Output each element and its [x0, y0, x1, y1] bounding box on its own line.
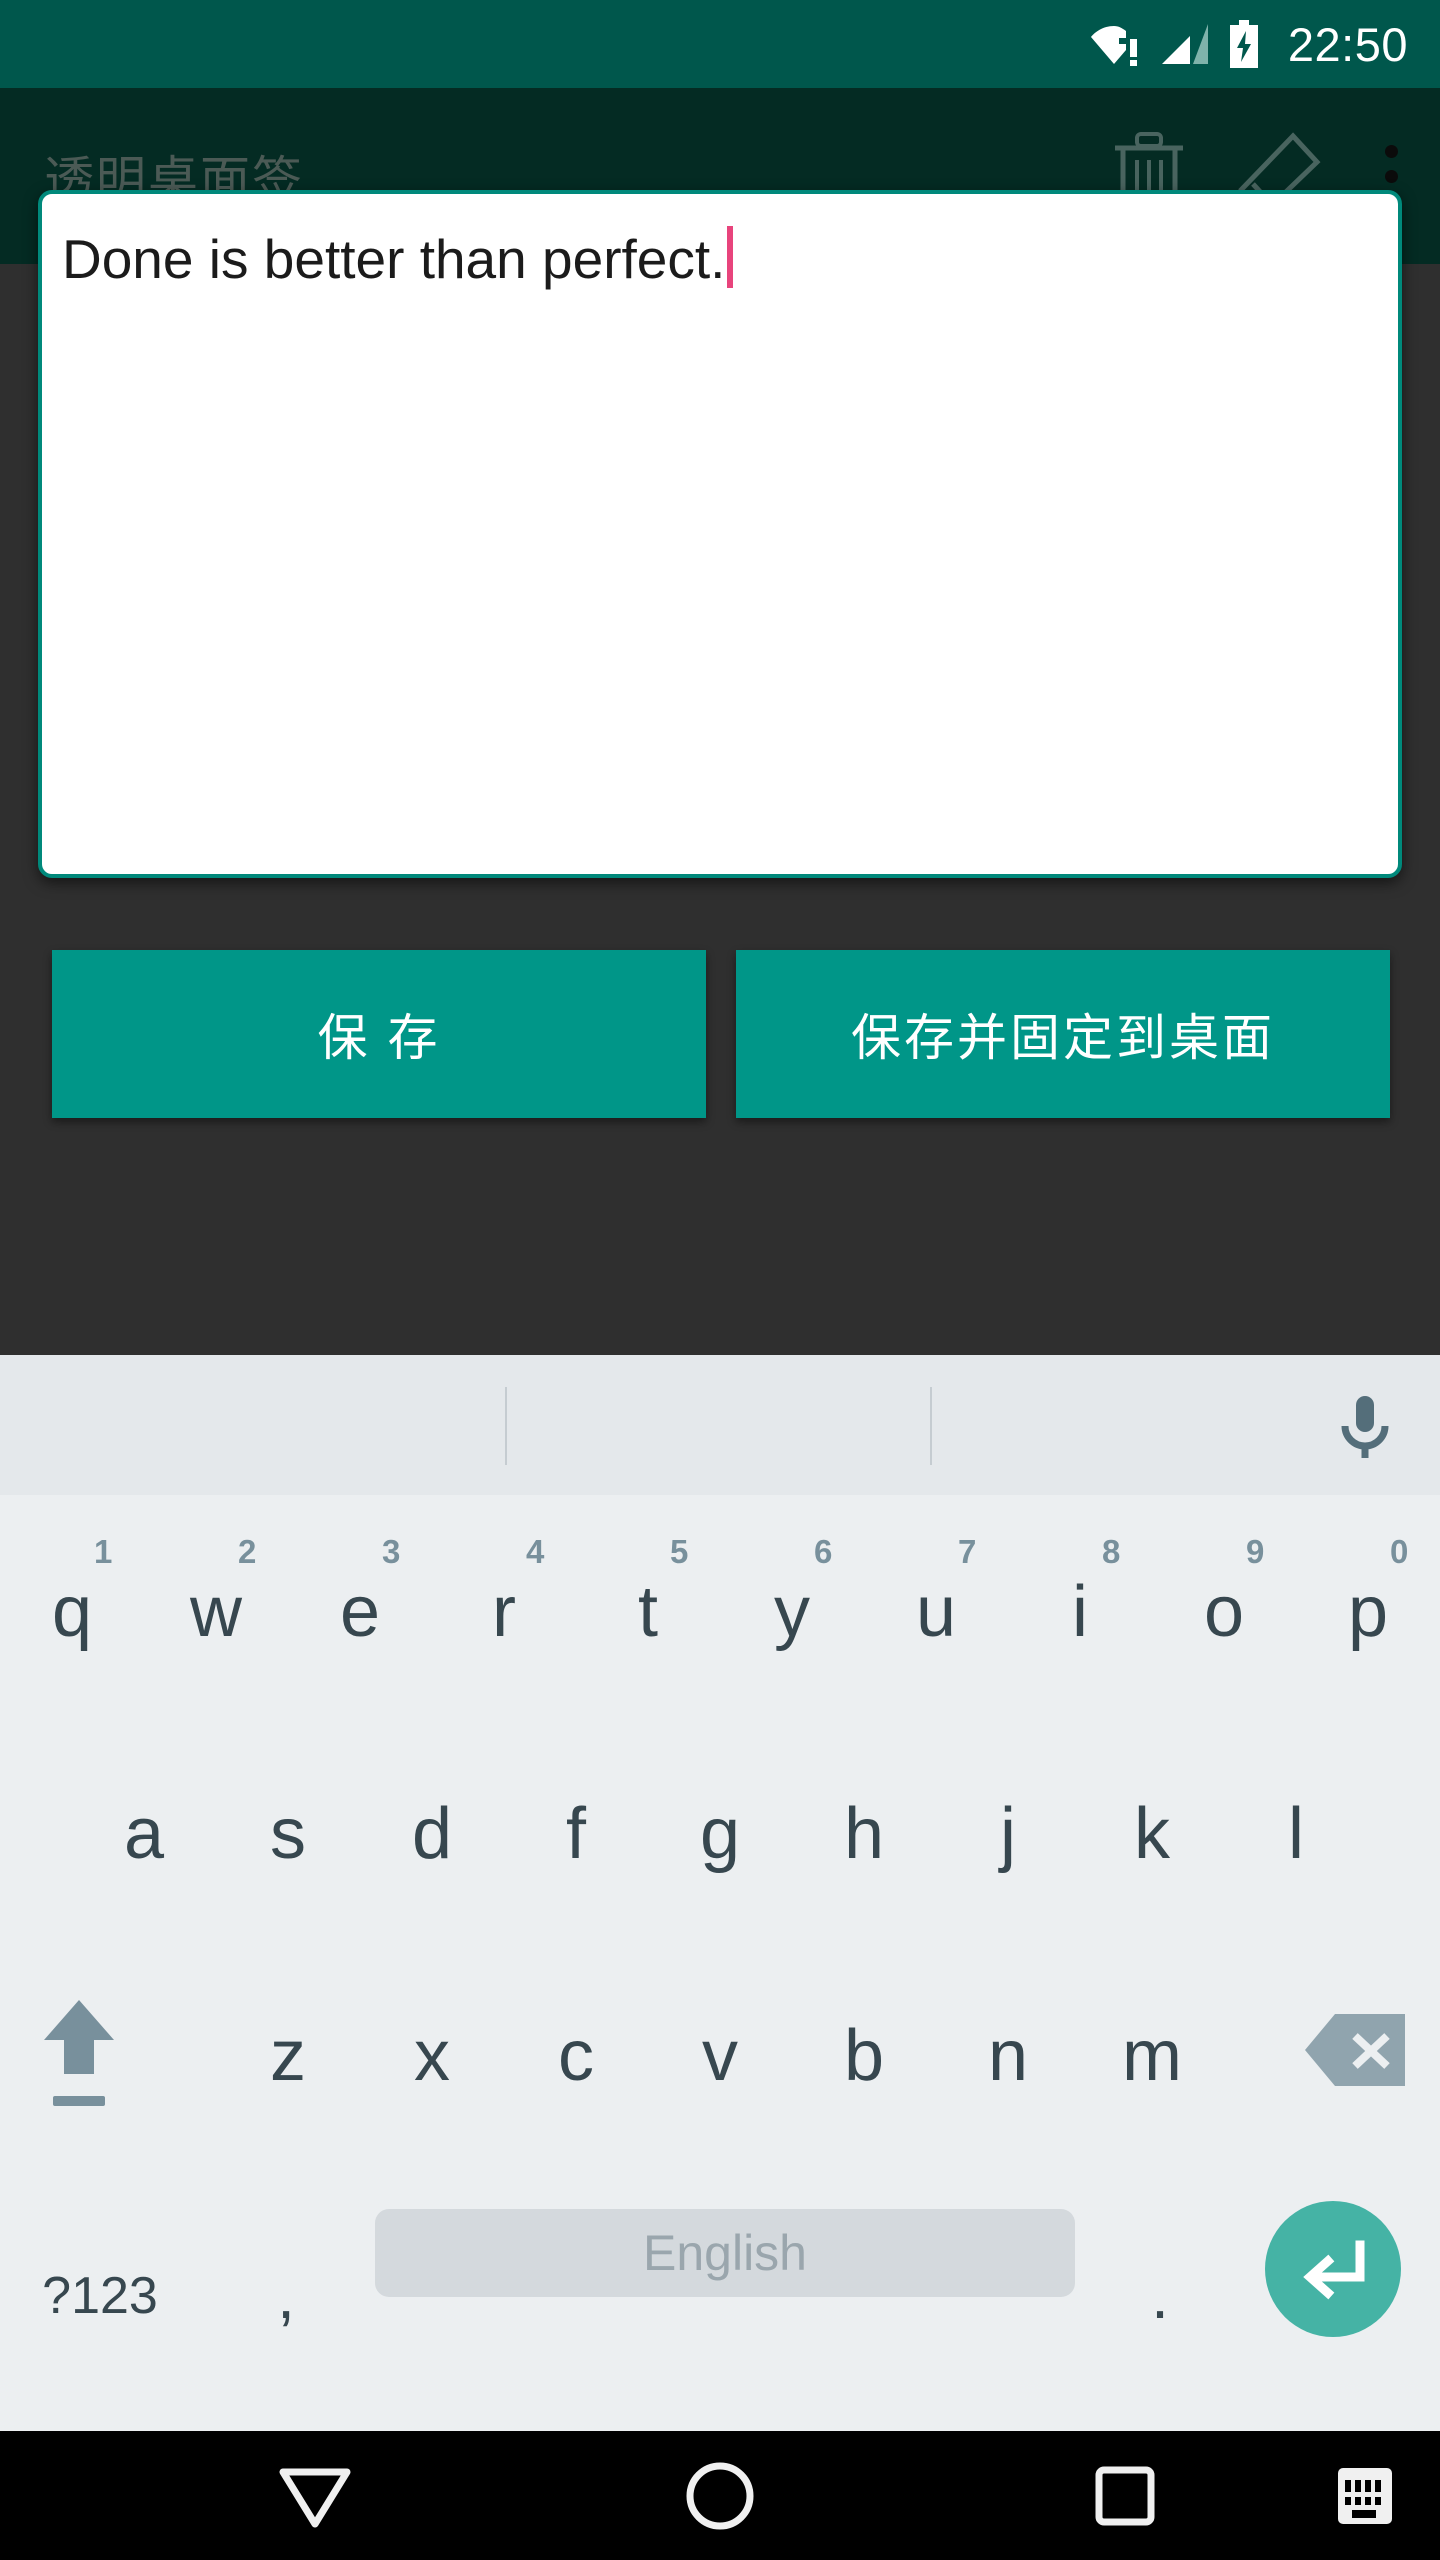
key-label: u: [915, 1572, 957, 1652]
key-label: p: [1347, 1572, 1389, 1652]
home-icon[interactable]: [655, 2431, 785, 2560]
key-i[interactable]: 8 i: [1008, 1495, 1152, 1717]
key-x[interactable]: x: [360, 1939, 504, 2161]
key-g[interactable]: g: [648, 1717, 792, 1939]
key-label: j: [1000, 1794, 1016, 1874]
key-label: t: [637, 1572, 658, 1652]
key-label: r: [492, 1572, 516, 1652]
keyboard-row-4: ?123 , English .: [0, 2161, 1440, 2431]
key-label: c: [558, 2016, 594, 2096]
period-key[interactable]: .: [1080, 2161, 1240, 2431]
space-key[interactable]: English: [375, 2209, 1075, 2297]
key-k[interactable]: k: [1080, 1717, 1224, 1939]
shift-lock-indicator: [53, 2096, 105, 2106]
key-hint-1: 1: [94, 1533, 113, 1570]
key-c[interactable]: c: [504, 1939, 648, 2161]
key-hint-4: 4: [526, 1533, 545, 1570]
key-z[interactable]: z: [216, 1939, 360, 2161]
status-bar: 22:50: [0, 0, 1440, 88]
suggestion-strip[interactable]: [0, 1355, 1440, 1495]
key-hint-3: 3: [382, 1533, 401, 1570]
suggestion-divider: [930, 1387, 932, 1465]
wifi-alert-icon: [1090, 22, 1142, 66]
key-label: i: [1072, 1572, 1088, 1652]
key-label: h: [843, 1794, 885, 1874]
text-caret: [727, 226, 734, 288]
key-label: d: [411, 1794, 453, 1874]
keys-area: 1 q 2 w 3 e 4 r 5 t 6 y 7 u 8 i 9 o 0 p …: [0, 1495, 1440, 2431]
status-bar-clock: 22:50: [1287, 17, 1408, 71]
key-label: o: [1203, 1572, 1245, 1652]
key-label: y: [774, 1572, 810, 1652]
note-text-input[interactable]: Done is better than perfect.: [38, 190, 1402, 878]
key-f[interactable]: f: [504, 1717, 648, 1939]
key-label: n: [987, 2016, 1029, 2096]
cellular-signal-icon: [1160, 22, 1210, 66]
key-v[interactable]: v: [648, 1939, 792, 2161]
key-u[interactable]: 7 u: [864, 1495, 1008, 1717]
key-w[interactable]: 2 w: [144, 1495, 288, 1717]
key-h[interactable]: h: [792, 1717, 936, 1939]
enter-key-icon[interactable]: [1265, 2201, 1401, 2337]
key-hint-0: 0: [1390, 1533, 1409, 1570]
recents-icon[interactable]: [1060, 2431, 1190, 2560]
key-label: s: [270, 1794, 306, 1874]
software-keyboard: 1 q 2 w 3 e 4 r 5 t 6 y 7 u 8 i 9 o 0 p …: [0, 1355, 1440, 2431]
keyboard-row-2: a s d f g h j k l: [0, 1717, 1440, 1939]
keyboard-switch-icon[interactable]: [1310, 2431, 1420, 2560]
key-label: l: [1288, 1794, 1304, 1874]
microphone-icon[interactable]: [1322, 1383, 1408, 1469]
backspace-icon[interactable]: [1270, 1939, 1440, 2161]
overflow-dot: [1385, 169, 1398, 183]
key-r[interactable]: 4 r: [432, 1495, 576, 1717]
key-a[interactable]: a: [72, 1717, 216, 1939]
key-label: x: [414, 2016, 450, 2096]
navigation-bar: [0, 2431, 1440, 2560]
save-and-pin-to-desktop-button[interactable]: 保存并固定到桌面: [736, 950, 1390, 1118]
key-p[interactable]: 0 p: [1296, 1495, 1440, 1717]
key-m[interactable]: m: [1080, 1939, 1224, 2161]
key-label: g: [699, 1794, 741, 1874]
key-label: q: [51, 1572, 93, 1652]
key-b[interactable]: b: [792, 1939, 936, 2161]
key-hint-2: 2: [238, 1533, 257, 1570]
key-hint-7: 7: [958, 1533, 977, 1570]
key-label: w: [190, 1572, 242, 1652]
save-button[interactable]: 保 存: [52, 950, 706, 1118]
key-e[interactable]: 3 e: [288, 1495, 432, 1717]
key-y[interactable]: 6 y: [720, 1495, 864, 1717]
key-j[interactable]: j: [936, 1717, 1080, 1939]
key-d[interactable]: d: [360, 1717, 504, 1939]
key-label: a: [123, 1794, 165, 1874]
key-o[interactable]: 9 o: [1152, 1495, 1296, 1717]
key-label: b: [843, 2016, 885, 2096]
suggestion-divider: [505, 1387, 507, 1465]
key-l[interactable]: l: [1224, 1717, 1368, 1939]
comma-key[interactable]: ,: [200, 2161, 372, 2431]
key-label: e: [339, 1572, 381, 1652]
key-hint-9: 9: [1246, 1533, 1265, 1570]
key-hint-5: 5: [670, 1533, 689, 1570]
note-text-line: Done is better than perfect.: [62, 216, 734, 291]
key-n[interactable]: n: [936, 1939, 1080, 2161]
symbols-key[interactable]: ?123: [0, 2161, 200, 2431]
key-label: k: [1134, 1794, 1170, 1874]
shift-icon[interactable]: [0, 1939, 158, 2161]
note-text-value: Done is better than perfect.: [62, 228, 726, 290]
key-hint-6: 6: [814, 1533, 833, 1570]
key-t[interactable]: 5 t: [576, 1495, 720, 1717]
battery-charging-icon: [1228, 20, 1260, 68]
back-icon[interactable]: [250, 2431, 380, 2560]
overflow-dot: [1385, 144, 1398, 158]
key-label: f: [565, 1794, 586, 1874]
key-q[interactable]: 1 q: [0, 1495, 144, 1717]
key-s[interactable]: s: [216, 1717, 360, 1939]
keyboard-row-3: z x c v b n m: [0, 1939, 1440, 2161]
keyboard-row-1: 1 q 2 w 3 e 4 r 5 t 6 y 7 u 8 i 9 o 0 p: [0, 1495, 1440, 1717]
key-label: m: [1122, 2016, 1182, 2096]
key-label: v: [702, 2016, 738, 2096]
key-label: z: [270, 2016, 306, 2096]
key-hint-8: 8: [1102, 1533, 1121, 1570]
